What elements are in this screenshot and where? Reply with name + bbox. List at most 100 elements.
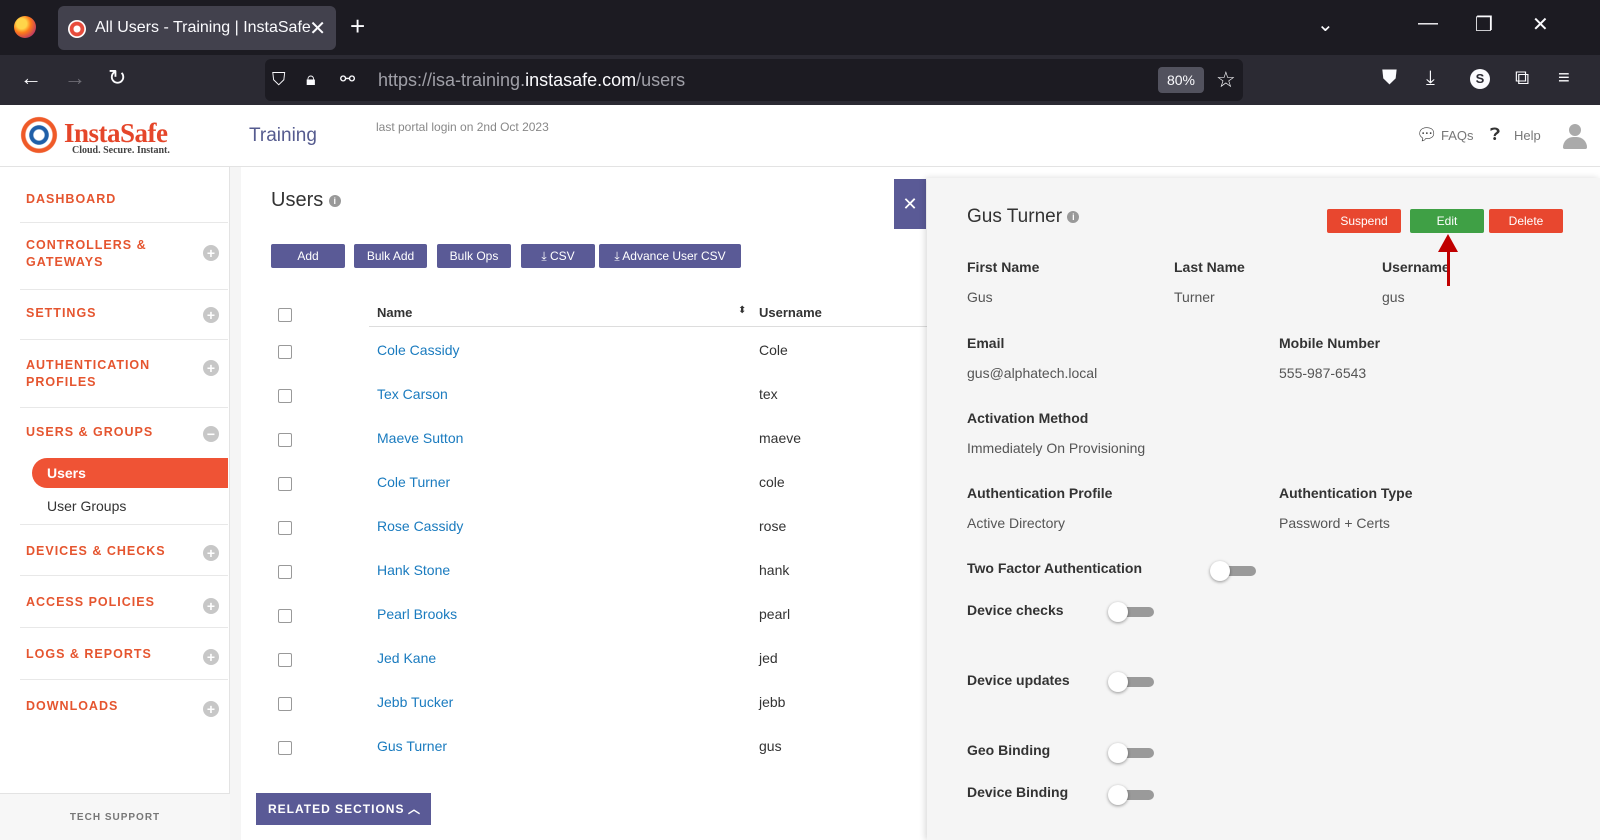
- last-name-label: Last Name: [1174, 259, 1245, 275]
- edit-button[interactable]: Edit: [1410, 209, 1484, 233]
- bulk-ops-button[interactable]: Bulk Ops: [437, 244, 511, 268]
- sidebar-item-logs-reports[interactable]: LOGS & REPORTS: [26, 646, 206, 663]
- geo-binding-toggle[interactable]: [1108, 743, 1154, 763]
- csv-label: CSV: [549, 249, 575, 263]
- permissions-icon[interactable]: ⚯: [340, 69, 355, 90]
- reload-icon[interactable]: ↻: [108, 65, 126, 91]
- forward-icon[interactable]: →: [64, 65, 86, 91]
- expand-plus-icon[interactable]: +: [203, 307, 219, 323]
- faqs-link[interactable]: FAQs: [1441, 128, 1474, 143]
- bookmark-star-icon[interactable]: ☆: [1216, 67, 1236, 93]
- column-header-name[interactable]: Name: [377, 305, 412, 320]
- header-divider: [369, 326, 929, 327]
- row-checkbox[interactable]: [278, 433, 292, 447]
- sidebar-item-users[interactable]: Users: [32, 458, 228, 488]
- row-checkbox[interactable]: [278, 565, 292, 579]
- url-text[interactable]: https://isa-training.instasafe.com/users: [378, 70, 685, 91]
- lock-icon[interactable]: 🔒︎: [306, 69, 316, 90]
- bulk-add-button[interactable]: Bulk Add: [354, 244, 427, 268]
- sidebar-item-downloads[interactable]: DOWNLOADS: [26, 698, 206, 715]
- row-checkbox[interactable]: [278, 609, 292, 623]
- delete-button[interactable]: Delete: [1489, 209, 1563, 233]
- select-all-checkbox[interactable]: [278, 308, 292, 322]
- user-name-link[interactable]: Cole Cassidy: [377, 342, 459, 358]
- menu-hamburger-icon[interactable]: ≡: [1558, 67, 1570, 90]
- sidebar-item-users-groups[interactable]: USERS & GROUPS: [26, 424, 206, 441]
- row-checkbox[interactable]: [278, 697, 292, 711]
- device-updates-label: Device updates: [967, 672, 1070, 688]
- add-button[interactable]: Add: [271, 244, 345, 268]
- user-profile-icon[interactable]: [1562, 124, 1588, 150]
- row-checkbox[interactable]: [278, 521, 292, 535]
- chevron-up-icon: ︿: [407, 802, 421, 816]
- downloads-icon[interactable]: ⤓: [1426, 67, 1435, 90]
- help-icon[interactable]: ❓︎: [1490, 125, 1500, 145]
- expand-plus-icon[interactable]: +: [203, 598, 219, 614]
- suspend-button[interactable]: Suspend: [1327, 209, 1401, 233]
- user-name-link[interactable]: Gus Turner: [377, 738, 447, 754]
- username-cell: Cole: [759, 342, 788, 358]
- row-checkbox[interactable]: [278, 477, 292, 491]
- expand-plus-icon[interactable]: +: [203, 649, 219, 665]
- expand-plus-icon[interactable]: +: [203, 245, 219, 261]
- user-name-link[interactable]: Rose Cassidy: [377, 518, 463, 534]
- close-tab-icon[interactable]: ✕: [309, 16, 326, 41]
- sidebar-item-controllers[interactable]: CONTROLLERS & GATEWAYS: [26, 237, 206, 271]
- sidebar-item-devices-checks[interactable]: DEVICES & CHECKS: [26, 543, 206, 560]
- back-icon[interactable]: ←: [20, 65, 42, 91]
- sidebar-item-user-groups[interactable]: User Groups: [47, 498, 126, 514]
- browser-tab-active[interactable]: All Users - Training | InstaSafe ✕: [58, 6, 336, 50]
- firefox-icon[interactable]: [14, 16, 36, 38]
- new-tab-icon[interactable]: +: [350, 12, 365, 40]
- url-bar[interactable]: ⛉ 🔒︎ ⚯ https://isa-training.instasafe.co…: [265, 59, 1243, 101]
- sidebar-item-settings[interactable]: SETTINGS: [26, 305, 206, 322]
- tab-list-chevron-down-icon[interactable]: ⌄: [1317, 12, 1334, 37]
- column-header-username[interactable]: Username: [759, 305, 822, 320]
- info-icon[interactable]: i: [328, 194, 341, 207]
- row-checkbox[interactable]: [278, 741, 292, 755]
- expand-plus-icon[interactable]: +: [203, 360, 219, 376]
- user-name-link[interactable]: Pearl Brooks: [377, 606, 457, 622]
- minimize-icon[interactable]: —: [1418, 12, 1438, 35]
- row-checkbox[interactable]: [278, 389, 292, 403]
- row-checkbox[interactable]: [278, 653, 292, 667]
- csv-download-button[interactable]: ⤓ CSV: [521, 244, 595, 268]
- user-name-link[interactable]: Maeve Sutton: [377, 430, 463, 446]
- tech-support-link[interactable]: TECH SUPPORT: [0, 793, 230, 840]
- close-panel-button[interactable]: ✕: [894, 179, 926, 229]
- user-name-link[interactable]: Jebb Tucker: [377, 694, 453, 710]
- advance-user-csv-button[interactable]: ⤓ Advance User CSV: [599, 244, 741, 268]
- two-factor-toggle[interactable]: [1210, 561, 1256, 581]
- restore-icon[interactable]: ❐: [1475, 12, 1493, 37]
- device-updates-toggle[interactable]: [1108, 672, 1154, 692]
- sort-icon[interactable]: ⬍: [738, 305, 746, 316]
- user-name-link[interactable]: Tex Carson: [377, 386, 448, 402]
- help-link[interactable]: Help: [1514, 128, 1541, 143]
- shield-icon[interactable]: ⛉: [272, 69, 286, 90]
- device-checks-toggle[interactable]: [1108, 602, 1154, 622]
- device-binding-toggle[interactable]: [1108, 785, 1154, 805]
- collapse-minus-icon[interactable]: −: [203, 426, 219, 442]
- user-name-link[interactable]: Cole Turner: [377, 474, 450, 490]
- zoom-level[interactable]: 80%: [1158, 67, 1204, 93]
- extensions-icon[interactable]: ⧉: [1515, 67, 1529, 90]
- faq-chat-icon[interactable]: 💬︎: [1416, 125, 1438, 145]
- row-checkbox[interactable]: [278, 345, 292, 359]
- pocket-icon[interactable]: ⛊: [1382, 67, 1397, 90]
- sidebar-item-authentication-profiles[interactable]: AUTHENTICATION PROFILES: [26, 357, 206, 391]
- expand-plus-icon[interactable]: +: [203, 701, 219, 717]
- sidebar-item-dashboard[interactable]: DASHBOARD: [26, 191, 206, 208]
- auth-profile-label: Authentication Profile: [967, 485, 1113, 501]
- sidebar-item-label: CONTROLLERS &: [26, 238, 147, 252]
- close-window-icon[interactable]: ✕: [1532, 12, 1549, 37]
- instasafe-logo-icon[interactable]: [19, 115, 59, 155]
- sidebar-item-access-policies[interactable]: ACCESS POLICIES: [26, 594, 206, 611]
- device-checks-label: Device checks: [967, 602, 1064, 618]
- info-icon[interactable]: i: [1067, 210, 1080, 223]
- related-sections-toggle[interactable]: RELATED SECTIONS ︿: [256, 793, 431, 825]
- logo-tagline: Cloud. Secure. Instant.: [72, 145, 170, 156]
- user-name-link[interactable]: Hank Stone: [377, 562, 450, 578]
- expand-plus-icon[interactable]: +: [203, 545, 219, 561]
- user-name-link[interactable]: Jed Kane: [377, 650, 436, 666]
- account-avatar[interactable]: S: [1470, 69, 1490, 89]
